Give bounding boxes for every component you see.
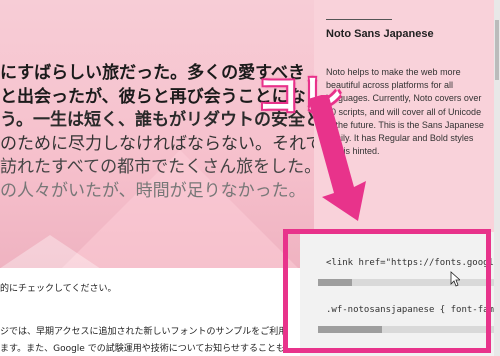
sample-text-line: 訪れたすべての都市でたくさん旅をした。 [0,157,322,177]
font-name-heading: Noto Sans Japanese [326,28,434,40]
mouse-cursor-icon [450,271,460,287]
info-text: ジでは、早期アクセスに追加された新しいフォントのサンプルをご利用 [0,327,288,337]
divider [326,19,392,20]
decorative-triangle [0,235,140,268]
window-scrollbar-thumb[interactable] [495,20,499,80]
info-text: ます。また、Google での試験運用や技術についてお知らせすることも [0,344,285,354]
sample-text-line: のために尽力しなければならない。それで [0,133,323,154]
info-section: 的にチェックしてください。 ジでは、早期アクセスに追加された新しいフォントのサン… [0,268,288,356]
sample-text-line: の人々がいたが、時間が足りなかった。 [0,180,306,201]
info-text: 的にチェックしてください。 [0,284,117,294]
annotation-arrow-icon [308,95,366,221]
highlight-box [283,229,491,353]
